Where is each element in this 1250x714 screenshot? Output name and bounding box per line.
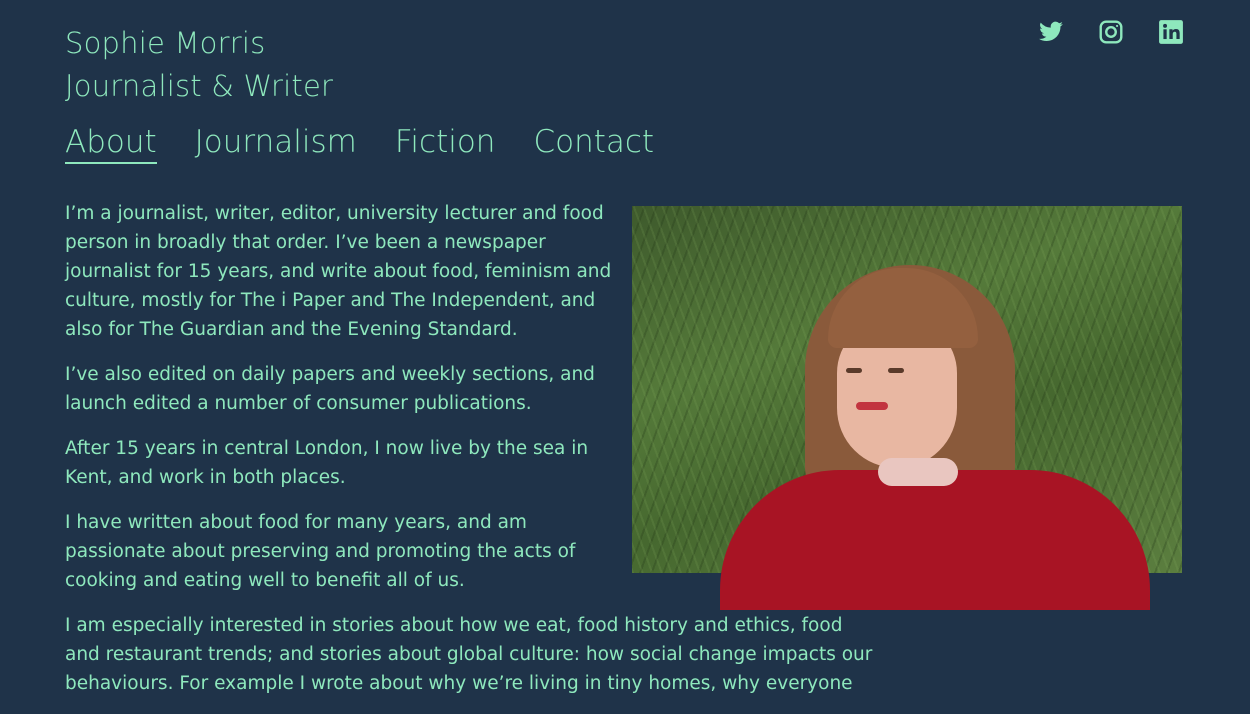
social-links: [1038, 18, 1184, 46]
linkedin-icon: [1159, 20, 1183, 44]
nav-about[interactable]: About: [65, 124, 157, 164]
site-tagline: Journalist & Writer: [65, 69, 334, 103]
about-paragraph-5: I am especially interested in stories ab…: [65, 615, 873, 694]
about-paragraph-2: I’ve also edited on daily papers and wee…: [65, 364, 595, 414]
twitter-link[interactable]: [1038, 18, 1064, 46]
instagram-link[interactable]: [1098, 18, 1124, 46]
twitter-icon: [1039, 21, 1063, 41]
main-nav: About Journalism Fiction Contact: [65, 124, 654, 164]
nav-fiction[interactable]: Fiction: [395, 124, 496, 164]
linkedin-link[interactable]: [1158, 18, 1184, 46]
nav-contact[interactable]: Contact: [533, 124, 654, 164]
nav-journalism[interactable]: Journalism: [195, 124, 357, 164]
site-header: Sophie Morris Journalist & Writer: [65, 22, 333, 108]
about-paragraph-1: I’m a journalist, writer, editor, univer…: [65, 203, 612, 340]
site-name[interactable]: Sophie Morris: [65, 22, 333, 65]
about-content: I’m a journalist, writer, editor, univer…: [65, 199, 1185, 714]
instagram-icon: [1099, 20, 1123, 44]
about-paragraph-4: I have written about food for many years…: [65, 512, 576, 591]
about-paragraph-3: After 15 years in central London, I now …: [65, 438, 589, 488]
